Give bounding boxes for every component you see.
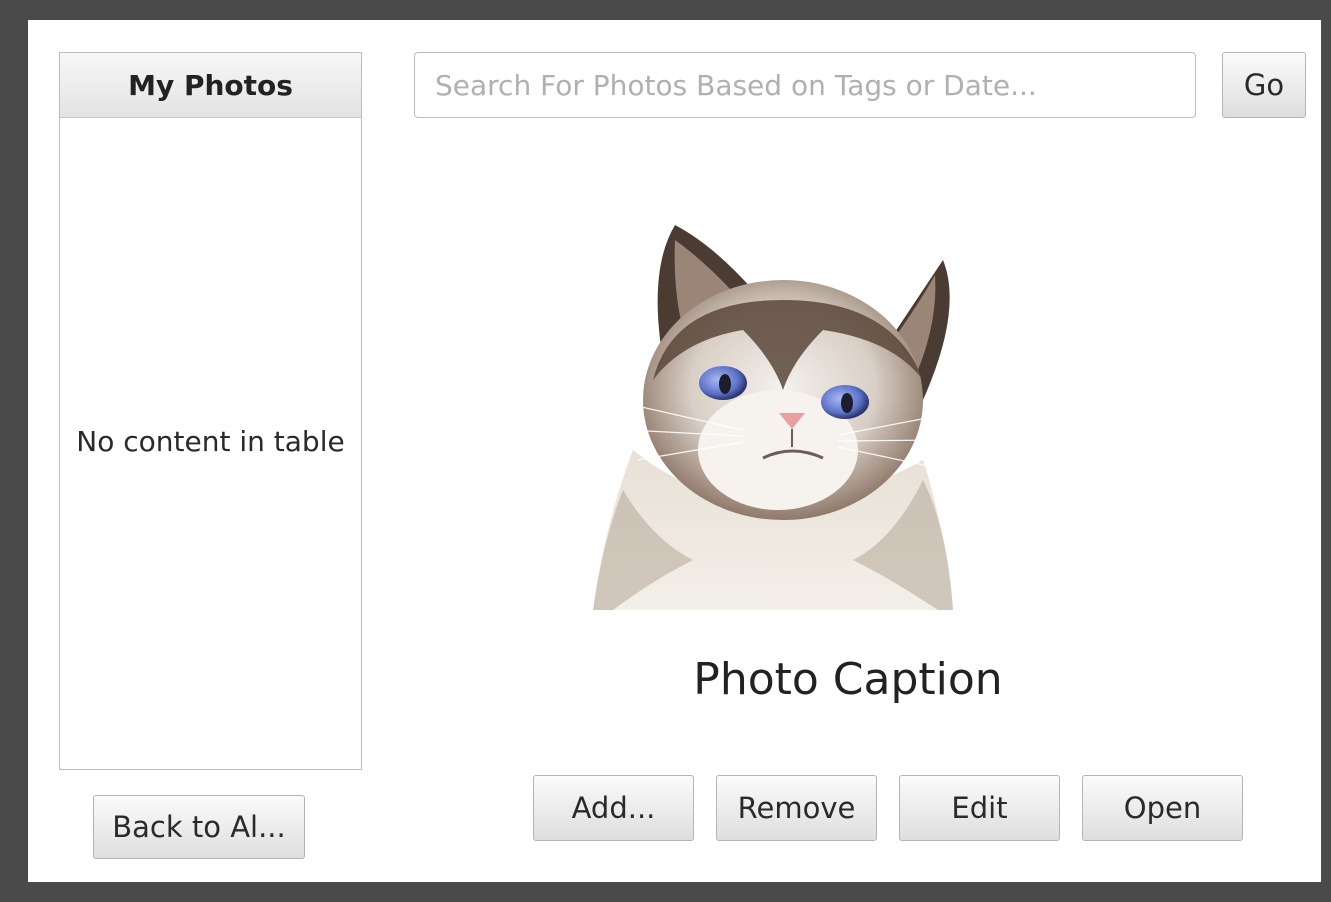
edit-button[interactable]: Edit [899, 775, 1060, 841]
back-to-albums-button[interactable]: Back to Al... [93, 795, 305, 859]
search-input[interactable] [414, 52, 1196, 118]
empty-table-message: No content in table [76, 425, 345, 458]
open-button[interactable]: Open [1082, 775, 1243, 841]
app-window: My Photos No content in table Back to Al… [28, 20, 1321, 882]
photos-table-header[interactable]: My Photos [60, 53, 361, 118]
photos-table[interactable]: My Photos No content in table [59, 52, 362, 770]
go-button[interactable]: Go [1222, 52, 1306, 118]
remove-button[interactable]: Remove [716, 775, 877, 841]
photo-caption: Photo Caption [693, 654, 1003, 705]
cat-photo [593, 225, 953, 610]
add-button[interactable]: Add... [533, 775, 694, 841]
